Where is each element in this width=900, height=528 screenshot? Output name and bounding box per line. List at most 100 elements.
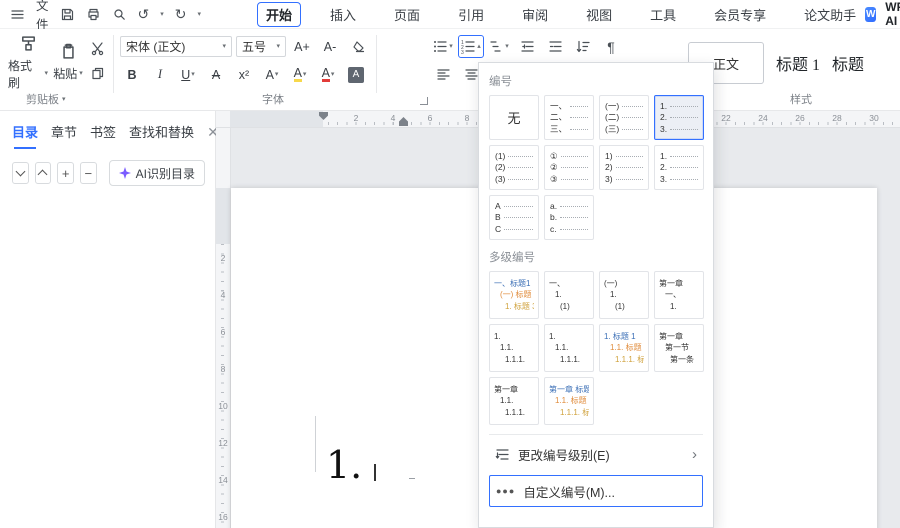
numbering-option-none[interactable]: 无 [489,95,539,140]
body-text[interactable]: 1. [326,446,362,484]
numbering-option[interactable]: (一) (二) (三) [599,95,649,140]
save-icon[interactable] [60,7,75,22]
redo-icon[interactable]: ↻ [175,7,187,21]
tab-tools[interactable]: 工具 [641,2,685,27]
increase-font-button[interactable]: A+ [290,36,314,57]
numbering-button[interactable]: 123▴ [459,36,483,57]
multilevel-option[interactable]: 第一章 1.1. 1.1.1. [489,377,539,425]
multilevel-grid: 一、标题1 (一) 标题 2 1. 标题 3 一、 1. (1) (一) 1. … [489,271,703,425]
print-icon[interactable] [86,7,101,22]
multilevel-option[interactable]: 一、标题1 (一) 标题 2 1. 标题 3 [489,271,539,319]
zoom-in-button[interactable]: + [57,162,74,184]
clipboard-group-label[interactable]: 剪贴板▾ [26,91,66,107]
wps-ai-label[interactable]: WPS AI [885,0,900,28]
style-item-heading1[interactable]: 标题 1 [776,51,820,75]
collapse-all-button[interactable] [12,162,29,184]
chevron-down-icon[interactable]: ▾ [198,11,202,18]
clear-format-icon[interactable] [346,36,370,57]
numbering-option[interactable]: A B C [489,195,539,240]
style-item-heading2[interactable]: 标题 [832,51,864,75]
decrease-font-button[interactable]: A- [318,36,342,57]
nav-tab-bookmarks[interactable]: 书签 [90,122,116,141]
chevron-up-icon: ▴ [477,43,481,50]
numbering-option-selected[interactable]: 1. 2. 3. [654,95,704,140]
highlight-color-button[interactable]: A▾ [288,64,312,85]
styles-gallery: 正文 标题 1 标题 [688,36,900,90]
custom-numbering-item[interactable]: ●●● 自定义编号(M)... [489,475,703,507]
numbering-option[interactable]: (1) (2) (3) [489,145,539,190]
sparkle-icon [119,167,131,179]
multilevel-list-button[interactable]: ▾ [487,36,511,57]
nav-tab-toc[interactable]: 目录 [12,122,38,141]
multilevel-option[interactable]: 一、 1. (1) [544,271,594,319]
sort-button[interactable] [571,36,595,57]
divider [113,35,114,93]
font-color-button[interactable]: A▾ [316,64,340,85]
tab-page[interactable]: 页面 [385,2,429,27]
numbering-option[interactable]: ① ② ③ [544,145,594,190]
vertical-ruler[interactable]: 246810121416 [216,128,231,528]
numbering-grid: 无 一、 二、 三、 (一) (二) (三) 1. 2. 3. (1) (2) … [489,95,703,240]
tab-review[interactable]: 审阅 [513,2,557,27]
tab-insert[interactable]: 插入 [321,2,365,27]
tab-references[interactable]: 引用 [449,2,493,27]
char-shading-button[interactable]: A [344,64,368,85]
custom-numbering-icon: ●●● [496,486,515,496]
chevron-down-icon[interactable]: ▾ [160,11,164,18]
decrease-indent-button[interactable] [515,36,539,57]
font-group-expander-icon[interactable] [420,97,428,105]
superscript-button[interactable]: x² [232,64,256,85]
tab-member[interactable]: 会员专享 [705,2,775,27]
chevron-down-icon: ▾ [191,71,195,78]
print-preview-icon[interactable] [112,7,127,22]
numbering-option[interactable]: 1) 2) 3) [599,145,649,190]
toc-content-area[interactable] [0,194,215,528]
multilevel-option[interactable]: 1. 1.1. 1.1.1. [544,324,594,372]
strikethrough-button[interactable]: A [204,64,228,85]
italic-button[interactable]: I [148,64,172,85]
hanging-indent-marker[interactable] [399,117,408,126]
align-left-button[interactable] [431,64,455,85]
first-line-indent-marker[interactable] [319,112,328,120]
undo-icon[interactable]: ↺ [138,7,150,21]
multilevel-option[interactable]: 1. 标题 1 1.1. 标题 2 1.1.1. 标题 3 [599,324,649,372]
copy-icon[interactable] [90,66,105,81]
tab-home[interactable]: 开始 [257,2,301,27]
numbering-option[interactable]: 1. 2. 3. [654,145,704,190]
multilevel-option[interactable]: 第一章 标题1 1.1. 标题 2 1.1.1. 标题 3 [544,377,594,425]
nav-tab-find-replace[interactable]: 查找和替换 [129,122,194,141]
numbering-level-icon [495,447,510,462]
divider [376,35,377,93]
cut-icon[interactable] [90,41,105,56]
main-menu-icon[interactable] [10,7,25,22]
font-group-label: 字体 [262,91,284,107]
expand-all-button[interactable] [35,162,52,184]
font-name-select[interactable]: 宋体 (正文)▾ [120,36,232,57]
show-marks-button[interactable]: ¶ [599,36,623,57]
format-painter-button[interactable]: 格式刷▾ [8,33,48,91]
paste-button[interactable]: 粘贴▾ [48,33,88,91]
paste-icon [59,42,78,61]
underline-button[interactable]: U▾ [176,64,200,85]
increase-indent-button[interactable] [543,36,567,57]
font-effects-button[interactable]: A▾ [260,64,284,85]
tab-view[interactable]: 视图 [577,2,621,27]
numbering-option[interactable]: a. b. c. [544,195,594,240]
change-numbering-level-item[interactable]: 更改编号级别(E) › [489,439,703,469]
text-cursor [374,464,376,481]
zoom-out-button[interactable]: − [80,162,97,184]
multilevel-option[interactable]: 第一章 第一节 第一条 [654,324,704,372]
multilevel-option[interactable]: 1. 1.1. 1.1.1. [489,324,539,372]
multilevel-option[interactable]: 第一章 一、 1. [654,271,704,319]
multilevel-option[interactable]: (一) 1. (1) [599,271,649,319]
bullets-button[interactable]: ▾ [431,36,455,57]
bold-button[interactable]: B [120,64,144,85]
numbering-option[interactable]: 一、 二、 三、 [544,95,594,140]
ribbon: 格式刷▾ 粘贴▾ 宋体 (正文)▾ 五号▾ A+ A- [0,29,900,111]
font-size-select[interactable]: 五号▾ [236,36,286,57]
wps-ai-logo: W [865,7,876,22]
tab-paper-assistant[interactable]: 论文助手 [795,2,865,27]
ai-toc-button[interactable]: AI识别目录 [109,160,205,186]
nav-tab-chapters[interactable]: 章节 [51,122,77,141]
menubar: 文件 ↺ ▾ ↻ ▾ 开始 插入 页面 引用 审阅 视图 工具 会员专享 论文助… [0,0,900,29]
